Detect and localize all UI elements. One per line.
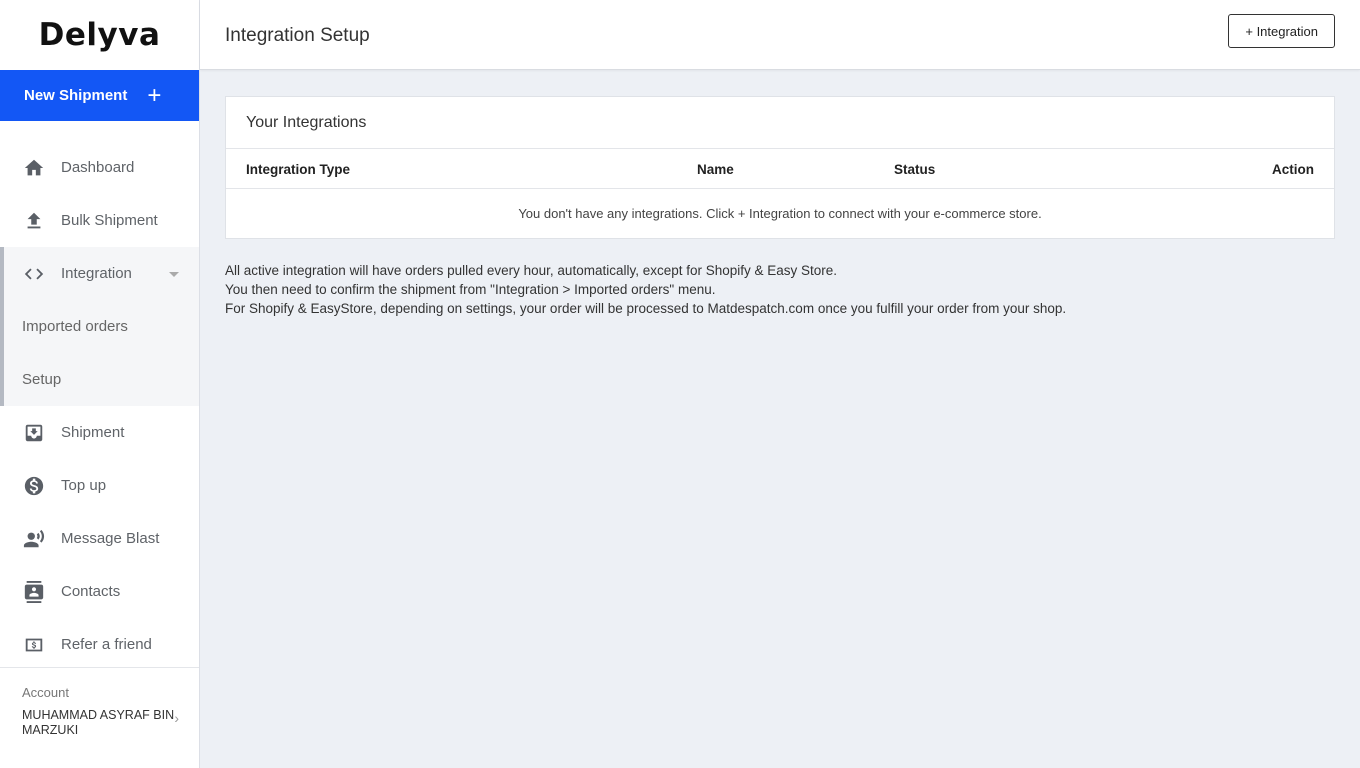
account-label: Account xyxy=(22,685,69,700)
new-shipment-button[interactable]: New Shipment + xyxy=(0,70,199,121)
column-action: Action xyxy=(1272,162,1314,177)
sidebar-nav-lower: Shipment Top up Message Blast Contacts R… xyxy=(0,406,199,671)
sidebar-subitem-label: Setup xyxy=(22,371,62,388)
note-line: All active integration will have orders … xyxy=(225,263,838,278)
sidebar-item-label: Dashboard xyxy=(61,159,135,176)
info-notes: All active integration will have orders … xyxy=(225,261,1066,318)
new-shipment-label: New Shipment xyxy=(24,87,128,104)
inbox-download-icon xyxy=(22,421,46,445)
integrations-card: Your Integrations Integration Type Name … xyxy=(225,96,1335,239)
contact-book-icon xyxy=(22,580,46,604)
add-integration-button[interactable]: + Integration xyxy=(1228,14,1335,48)
sidebar-item-label: Contacts xyxy=(61,583,121,600)
sidebar-subitem-setup[interactable]: Setup xyxy=(4,353,199,406)
column-status: Status xyxy=(894,162,936,177)
sidebar-nav: Dashboard Bulk Shipment xyxy=(0,141,199,247)
sidebar-item-label: Top up xyxy=(61,477,107,494)
page-title: Integration Setup xyxy=(225,25,370,46)
logo[interactable]: Delyva xyxy=(0,0,199,70)
dollar-circle-icon xyxy=(22,474,46,498)
sidebar-item-label: Bulk Shipment xyxy=(61,212,158,229)
note-line: For Shopify & EasyStore, depending on se… xyxy=(225,301,1067,316)
column-integration-type: Integration Type xyxy=(246,162,351,177)
sidebar-item-integration[interactable]: Integration xyxy=(4,247,199,300)
sidebar-item-contacts[interactable]: Contacts xyxy=(0,565,199,618)
note-line: You then need to confirm the shipment fr… xyxy=(225,282,716,297)
page-header: Integration Setup + Integration xyxy=(200,0,1360,70)
chevron-right-icon: › xyxy=(174,710,179,726)
empty-message: You don't have any integrations. Click +… xyxy=(518,206,1042,221)
upload-icon xyxy=(22,209,46,233)
sidebar-subitem-label: Imported orders xyxy=(22,318,128,335)
person-speaking-icon xyxy=(22,527,46,551)
sidebar-item-dashboard[interactable]: Dashboard xyxy=(0,141,199,194)
money-card-icon xyxy=(22,633,46,657)
integration-group: Integration Imported orders Setup xyxy=(0,247,199,406)
account-name: MUHAMMAD ASYRAF BIN MARZUKI xyxy=(22,708,175,737)
chevron-down-icon xyxy=(169,272,179,277)
card-title: Your Integrations xyxy=(226,97,1334,149)
sidebar-item-refer-a-friend[interactable]: Refer a friend xyxy=(0,618,199,671)
sidebar-item-shipment[interactable]: Shipment xyxy=(0,406,199,459)
logo-text: Delyva xyxy=(38,17,161,53)
column-name: Name xyxy=(697,162,734,177)
table-header: Integration Type Name Status Action xyxy=(226,149,1334,189)
sidebar-item-label: Refer a friend xyxy=(61,636,152,653)
sidebar-item-top-up[interactable]: Top up xyxy=(0,459,199,512)
sidebar-item-bulk-shipment[interactable]: Bulk Shipment xyxy=(0,194,199,247)
sidebar: Delyva New Shipment + Dashboard Bulk Shi… xyxy=(0,0,200,768)
sidebar-item-message-blast[interactable]: Message Blast xyxy=(0,512,199,565)
code-icon xyxy=(22,262,46,286)
sidebar-item-label: Integration xyxy=(61,265,132,282)
sidebar-item-label: Message Blast xyxy=(61,530,160,547)
account-section[interactable]: Account MUHAMMAD ASYRAF BIN MARZUKI › xyxy=(0,667,199,768)
home-icon xyxy=(22,156,46,180)
sidebar-subitem-imported-orders[interactable]: Imported orders xyxy=(4,300,199,353)
sidebar-item-label: Shipment xyxy=(61,424,125,441)
plus-icon: + xyxy=(147,81,162,109)
